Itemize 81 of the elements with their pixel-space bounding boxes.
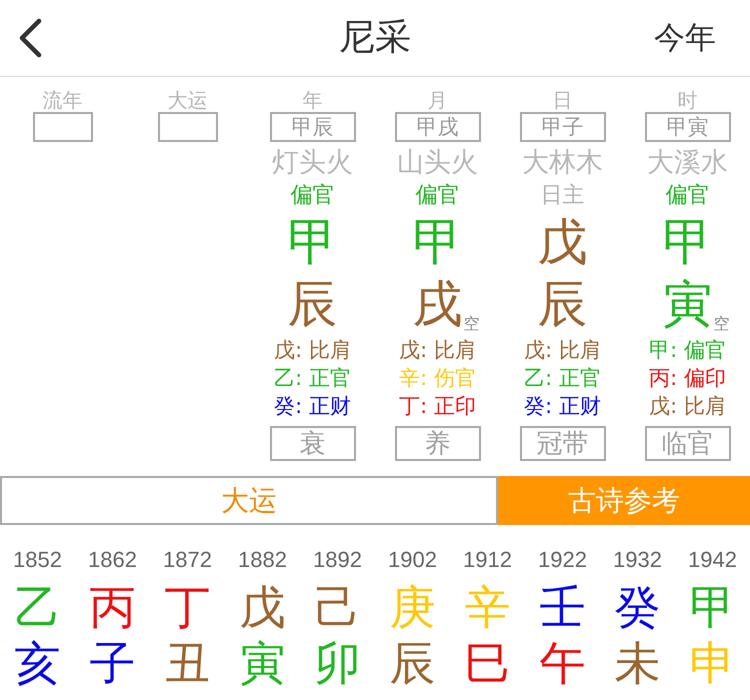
void-mark: 空 [714, 315, 730, 333]
column-label: 年 [302, 89, 322, 111]
heavenly-stem-text: 己 [314, 579, 360, 635]
earthly-branch-text: 辰 [390, 635, 436, 691]
year-text: 1902 [388, 546, 437, 574]
earthly-branch-text: 巳 [464, 635, 510, 691]
ten-god-text: 偏官 [416, 182, 460, 210]
year-text: 1862 [88, 546, 137, 574]
hidden-stem-text: 戊: 比肩 [399, 337, 476, 364]
heavenly-stem-text: 戊 [538, 212, 588, 273]
hidden-stem-text: 乙: 正官 [274, 365, 351, 392]
heavenly-stem-text: 庚 [390, 579, 436, 635]
column-label: 流年 [42, 89, 82, 111]
ganzhi-tag: 甲戌 [394, 112, 480, 142]
ten-god-text: 日主 [540, 182, 584, 210]
year-text: 1912 [463, 546, 512, 574]
ganzhi-tag: 甲辰 [270, 112, 356, 142]
segment-tab[interactable]: 古诗参考 [498, 476, 750, 525]
empty-slot [32, 112, 92, 142]
heavenly-stem-text: 丁 [164, 579, 210, 635]
earthly-branch-text: 午 [540, 635, 586, 691]
this-year-button[interactable]: 今年 [654, 18, 716, 58]
hidden-stem-text: 丙: 偏印 [649, 365, 726, 392]
earthly-branch-text: 亥 [14, 635, 60, 691]
nayin-text: 山头火 [397, 146, 478, 180]
page-title: 尼采 [339, 16, 411, 60]
column-label: 大运 [168, 89, 208, 111]
year-text: 1922 [538, 546, 587, 574]
hidden-stem-text: 乙: 正官 [524, 365, 601, 392]
nayin-text: 大溪水 [647, 146, 728, 180]
hidden-stem-text: 丁: 正印 [399, 393, 476, 420]
earthly-branch-text: 申 [690, 635, 736, 691]
life-stage-tag: 养 [394, 426, 480, 461]
heavenly-stem-text: 甲 [690, 579, 736, 635]
year-text: 1882 [238, 546, 287, 574]
heavenly-stem-text: 辛 [464, 579, 510, 635]
earthly-branch-text: 未 [614, 635, 660, 691]
ten-god-text: 偏官 [290, 182, 334, 210]
column-label: 时 [678, 89, 698, 111]
earthly-branch-text: 戌 [412, 274, 462, 335]
heavenly-stem-text: 壬 [540, 579, 586, 635]
heavenly-stem-text: 乙 [14, 579, 60, 635]
year-text: 1892 [313, 546, 362, 574]
earthly-branch-text: 寅 [662, 274, 712, 335]
heavenly-stem-text: 戊 [240, 579, 286, 635]
hidden-stem-text: 戊: 比肩 [274, 337, 351, 364]
life-stage-tag: 临官 [644, 426, 730, 461]
life-stage-tag: 衰 [270, 426, 356, 461]
hidden-stem-text: 癸: 正财 [274, 393, 351, 420]
nayin-text: 灯头火 [272, 146, 353, 180]
ten-god-text: 偏官 [666, 182, 710, 210]
heavenly-stem-text: 癸 [614, 579, 660, 635]
hidden-stem-text: 辛: 伤官 [399, 365, 476, 392]
nayin-text: 大林木 [522, 146, 603, 180]
earthly-branch-text: 寅 [240, 635, 286, 691]
back-chevron-icon [18, 18, 42, 58]
hidden-stem-text: 甲: 偏官 [649, 337, 726, 364]
year-text: 1932 [613, 546, 662, 574]
earthly-branch-text: 辰 [538, 274, 588, 335]
segment-tab[interactable]: 大运 [0, 476, 498, 525]
year-text: 1872 [163, 546, 212, 574]
ganzhi-tag: 甲寅 [644, 112, 730, 142]
hidden-stem-text: 戊: 比肩 [649, 393, 726, 420]
column-label: 月 [428, 89, 448, 111]
life-stage-tag: 冠带 [520, 426, 606, 461]
year-text: 1852 [13, 546, 62, 574]
column-label: 日 [552, 89, 572, 111]
earthly-branch-text: 子 [90, 635, 136, 691]
void-mark: 空 [464, 315, 480, 333]
hidden-stem-text: 癸: 正财 [524, 393, 601, 420]
heavenly-stem-text: 丙 [90, 579, 136, 635]
earthly-branch-text: 辰 [288, 274, 338, 335]
heavenly-stem-text: 甲 [662, 212, 712, 273]
earthly-branch-text: 丑 [164, 635, 210, 691]
ganzhi-tag: 甲子 [520, 112, 606, 142]
heavenly-stem-text: 甲 [288, 212, 338, 273]
heavenly-stem-text: 甲 [412, 212, 462, 273]
year-text: 1942 [688, 546, 737, 574]
earthly-branch-text: 卯 [314, 635, 360, 691]
hidden-stem-text: 戊: 比肩 [524, 337, 601, 364]
empty-slot [158, 112, 218, 142]
